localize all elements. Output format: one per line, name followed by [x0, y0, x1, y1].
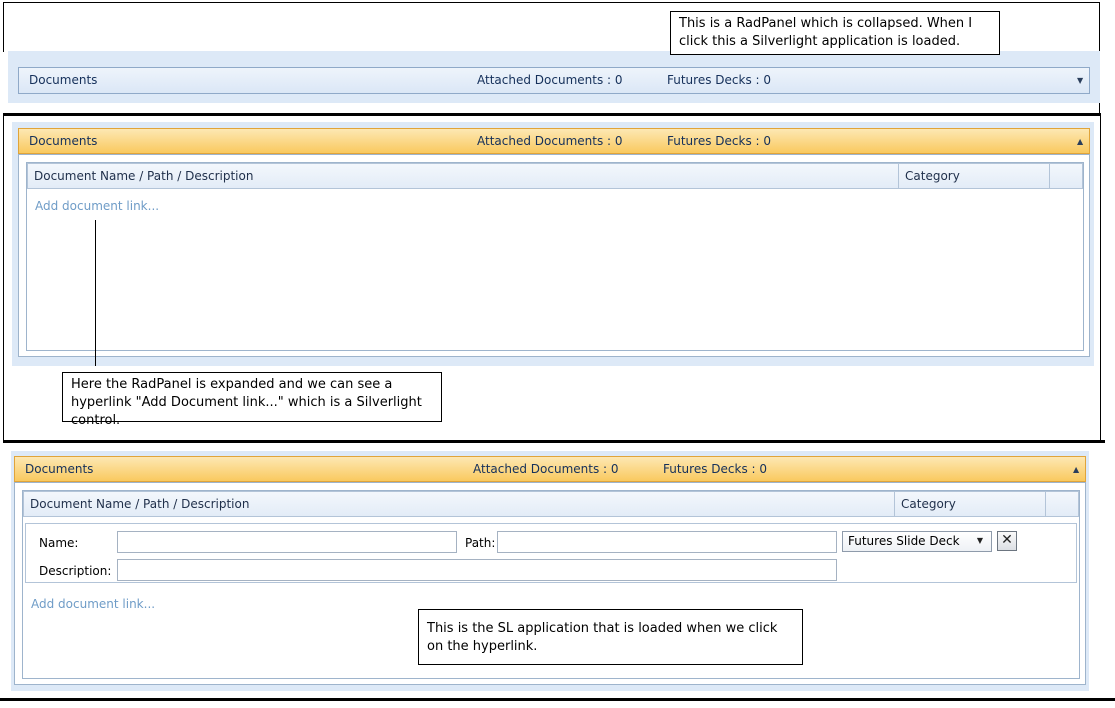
bottom-border: [0, 698, 1115, 701]
callout-pointer-line: [95, 220, 96, 366]
attached-documents-count: Attached Documents : 0: [477, 73, 623, 87]
chevron-down-icon: ▼: [976, 536, 983, 545]
frame-left-border: [3, 116, 4, 442]
callout-sl-application: This is the SL application that is loade…: [418, 609, 803, 665]
add-document-link[interactable]: Add document link...: [35, 199, 159, 213]
panel-header-expanded[interactable]: Documents Attached Documents : 0 Futures…: [14, 456, 1086, 482]
grid-header: Document Name / Path / Description Categ…: [27, 163, 1083, 189]
panel-content: Document Name / Path / Description Categ…: [18, 154, 1090, 357]
path-input[interactable]: [497, 531, 837, 553]
column-header-name[interactable]: Document Name / Path / Description: [30, 497, 249, 511]
name-input[interactable]: [117, 531, 457, 553]
column-divider: [898, 164, 899, 188]
column-header-name[interactable]: Document Name / Path / Description: [34, 169, 253, 183]
collapse-arrow-icon[interactable]: ▲: [1077, 137, 1083, 146]
path-label: Path:: [465, 536, 496, 550]
expand-arrow-icon[interactable]: ▼: [1077, 76, 1083, 85]
column-divider: [1045, 492, 1046, 516]
column-header-category[interactable]: Category: [901, 497, 956, 511]
grid-header: Document Name / Path / Description Categ…: [23, 491, 1079, 517]
category-select[interactable]: Futures Slide Deck ▼: [842, 531, 992, 552]
remove-document-button[interactable]: ✕: [997, 531, 1017, 551]
futures-decks-count: Futures Decks : 0: [667, 73, 772, 87]
column-divider: [894, 492, 895, 516]
section-divider: [3, 440, 1105, 443]
column-divider: [1049, 164, 1050, 188]
futures-decks-count: Futures Decks : 0: [663, 462, 768, 476]
name-label: Name:: [39, 536, 79, 550]
panel-title: Documents: [25, 462, 94, 476]
description-label: Description:: [39, 564, 112, 578]
category-select-value: Futures Slide Deck: [848, 534, 960, 548]
description-input[interactable]: [117, 559, 837, 581]
panel-header-expanded[interactable]: Documents Attached Documents : 0 Futures…: [18, 128, 1090, 154]
collapse-arrow-icon[interactable]: ▲: [1073, 465, 1079, 474]
callout-expanded: Here the RadPanel is expanded and we can…: [62, 372, 442, 428]
section-divider: [3, 113, 1101, 116]
frame-top-border: [3, 2, 1100, 3]
attached-documents-count: Attached Documents : 0: [473, 462, 619, 476]
add-document-link[interactable]: Add document link...: [31, 597, 155, 611]
panel-title: Documents: [29, 134, 98, 148]
documents-grid: Document Name / Path / Description Categ…: [26, 162, 1084, 351]
frame-left-border: [3, 2, 4, 52]
panel-header-collapsed[interactable]: Documents Attached Documents : 0 Futures…: [18, 67, 1090, 94]
frame-right-border: [1100, 116, 1101, 442]
column-header-category[interactable]: Category: [905, 169, 960, 183]
futures-decks-count: Futures Decks : 0: [667, 134, 772, 148]
attached-documents-count: Attached Documents : 0: [477, 134, 623, 148]
callout-collapsed: This is a RadPanel which is collapsed. W…: [670, 11, 1000, 55]
document-edit-form: Name: Path: Futures Slide Deck ▼ ✕ Descr…: [25, 523, 1077, 583]
panel-title: Documents: [29, 73, 98, 87]
close-icon: ✕: [1001, 532, 1013, 548]
